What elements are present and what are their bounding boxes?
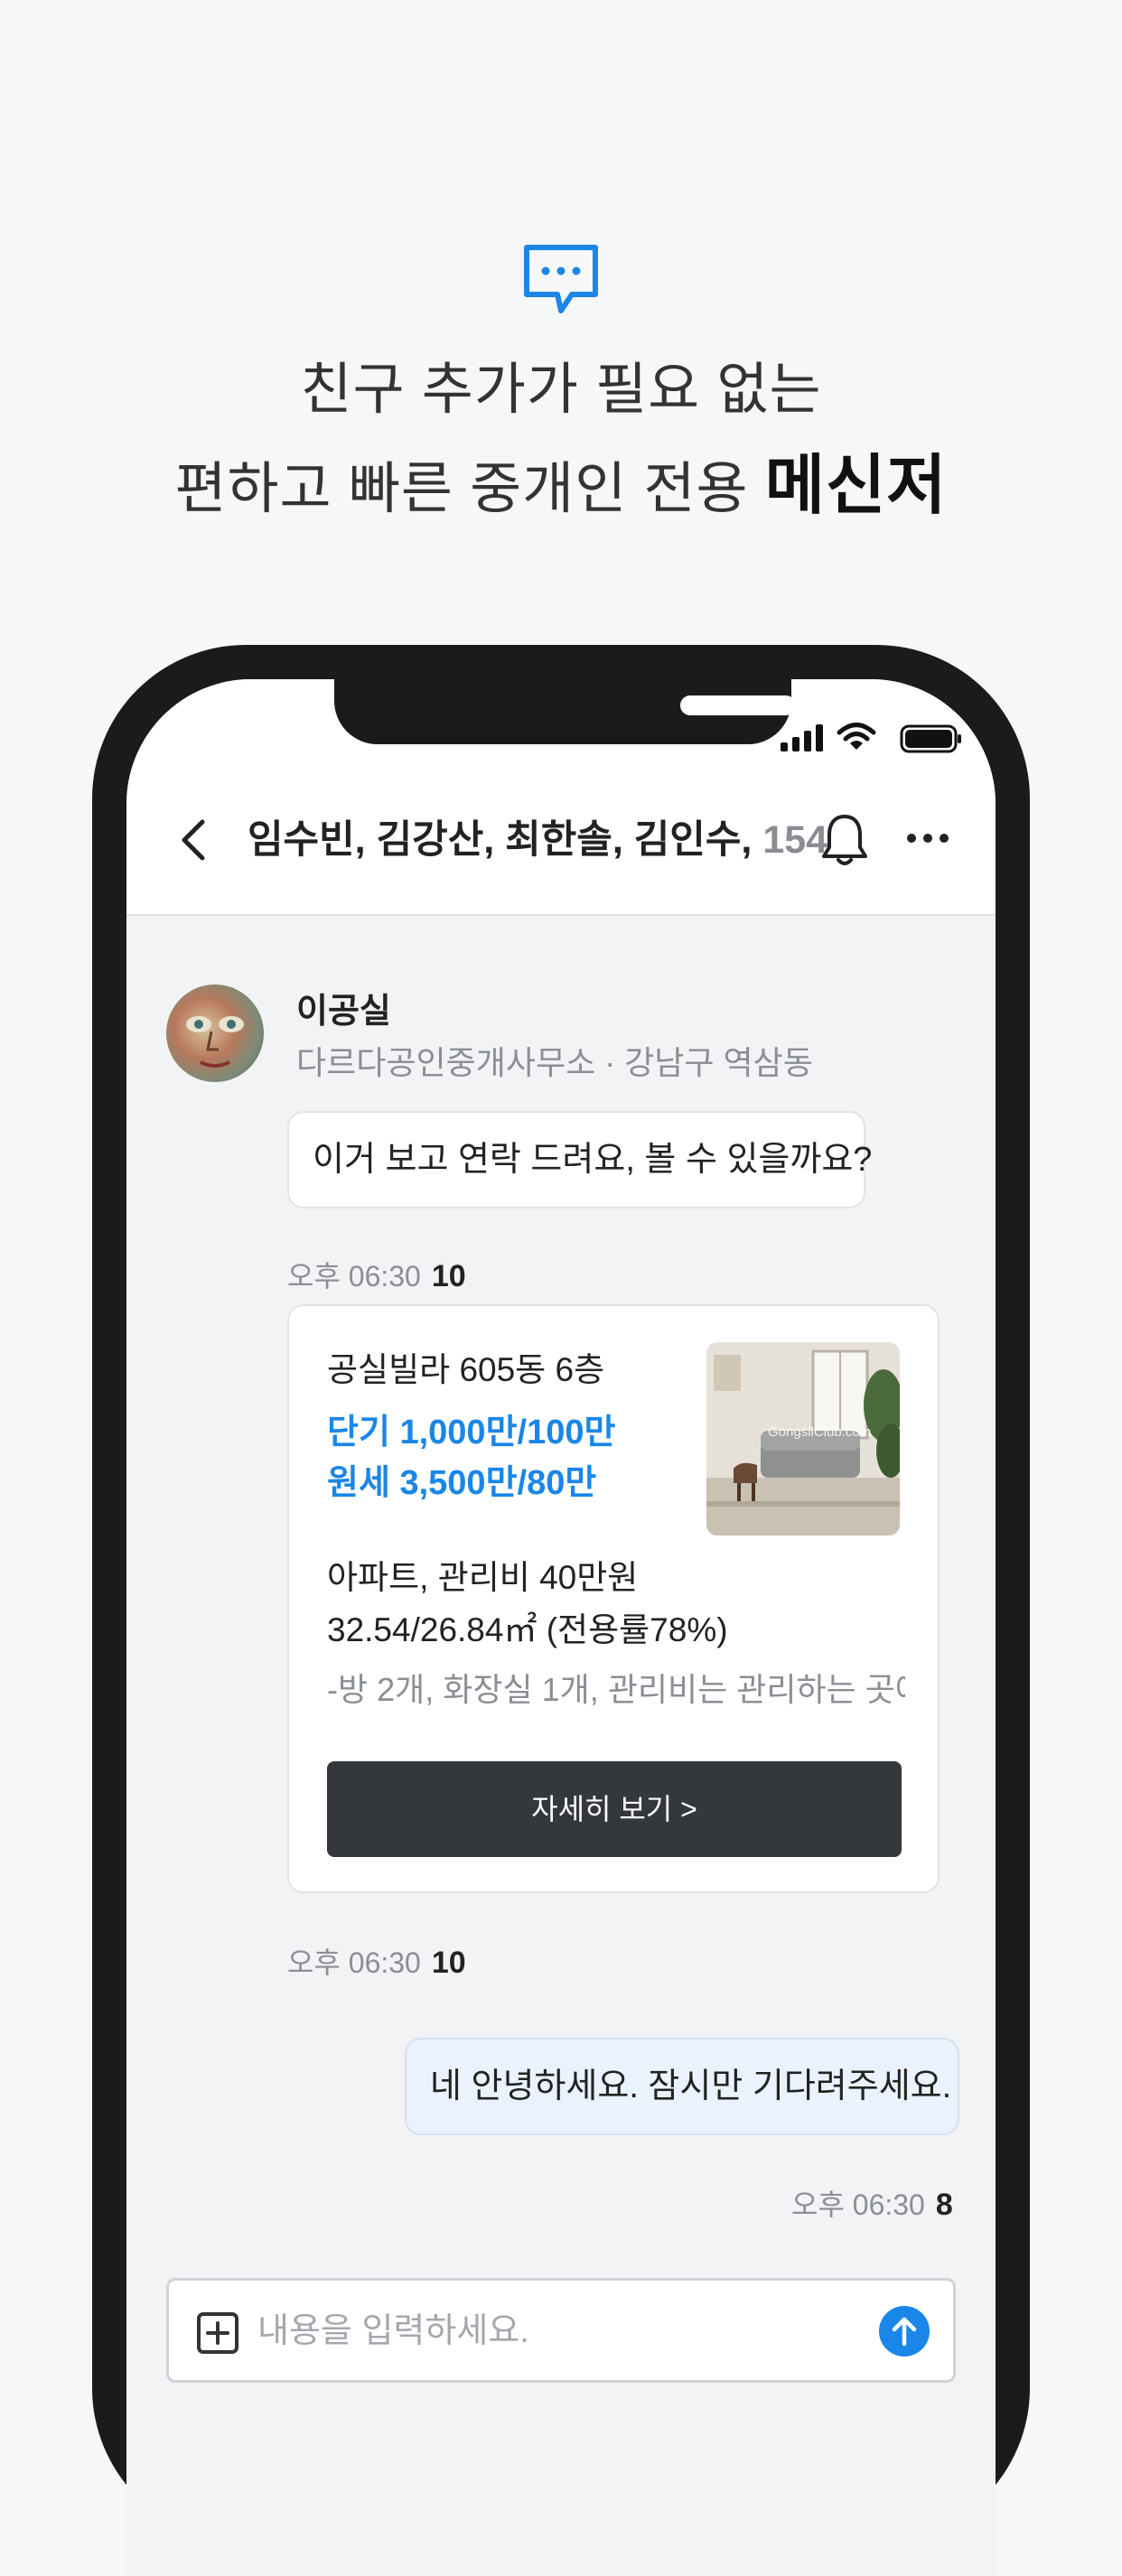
view-details-button[interactable]: 자세히 보기 >	[327, 1761, 902, 1857]
listing-card[interactable]: 공실빌라 605동 6층 단기 1,000만/100만 원세 3,500만/80…	[287, 1304, 940, 1893]
plus-square-icon[interactable]	[196, 2311, 239, 2355]
chat-header: 임수빈, 김강산, 최한솔, 김인수, 154	[126, 679, 996, 916]
cellular-signal-icon	[781, 724, 823, 751]
battery-icon	[900, 724, 961, 753]
chat-room-title: 임수빈, 김강산, 최한솔, 김인수, 154	[248, 815, 827, 865]
promo-headline-line2: 편하고 빠른 중개인 전용 메신저	[0, 432, 1122, 527]
back-arrow-icon[interactable]	[177, 815, 210, 865]
notch-speaker	[680, 695, 796, 715]
living-room-image: GongsilClub.com	[706, 1342, 900, 1535]
incoming-message-bubble[interactable]: 이거 보고 연락 드려요, 볼 수 있을까요?	[287, 1111, 872, 1209]
wifi-icon	[837, 723, 876, 750]
listing-area: 32.54/26.84㎡ (전용률78%)	[327, 1611, 728, 1648]
message-composer	[166, 2278, 956, 2383]
reply-unread-count: 8	[935, 2188, 953, 2222]
phone-notch	[334, 679, 859, 744]
listing-title: 공실빌라 605동 6층	[327, 1351, 605, 1388]
photo-watermark: GongsilClub.com	[768, 1424, 871, 1440]
promo-headline-line1: 친구 추가가 필요 없는	[300, 359, 822, 421]
notch-camera	[830, 691, 859, 720]
card-time: 오후 06:30	[287, 1946, 421, 1979]
phone-screen: 임수빈, 김강산, 최한솔, 김인수, 154 이공실 다르다공인중개사무소 ·…	[126, 679, 996, 2576]
promo-headline-prefix: 편하고 빠른 중개인 전용	[174, 458, 749, 520]
card-unread-count: 10	[431, 1946, 466, 1980]
listing-price-monthly: 원세 3,500만/80만	[327, 1464, 597, 1502]
reply-meta: 오후 06:30 8	[791, 2182, 953, 2224]
listing-type-fee: 아파트, 관리비 40만원	[327, 1559, 639, 1596]
sender-avatar[interactable]	[166, 985, 264, 1082]
listing-description: -방 2개, 화장실 1개, 관리비는 관리하는 곳에서 별도 부과됩니다	[327, 1664, 905, 1711]
listing-price-short: 단기 1,000만/100만	[327, 1414, 616, 1451]
listing-description-text: -방 2개, 화장실 1개, 관리비는 관리하는 곳에서 별도 부과됩니다	[327, 1671, 905, 1708]
unread-count: 10	[431, 1259, 466, 1293]
message-time: 오후 06:30	[287, 1260, 421, 1293]
bell-icon[interactable]	[818, 811, 871, 869]
reply-time: 오후 06:30	[791, 2189, 925, 2221]
message-input[interactable]	[257, 2302, 836, 2360]
promo-headline-emphasis: 메신저	[764, 450, 948, 522]
outgoing-message-bubble[interactable]: 네 안녕하세요. 잠시만 기다려주세요.	[405, 2038, 959, 2135]
send-arrow-icon[interactable]	[879, 2306, 930, 2357]
avatar-portrait-icon	[186, 1016, 244, 1068]
listing-photo[interactable]: GongsilClub.com	[706, 1342, 900, 1535]
sender-name: 이공실	[296, 993, 391, 1031]
sender-office: 다르다공인중개사무소 · 강남구 역삼동	[296, 1044, 813, 1081]
chat-room-members: 임수빈, 김강산, 최한솔, 김인수,	[248, 818, 753, 862]
chat-bubble-dots-icon	[524, 245, 598, 313]
message-meta: 오후 06:30 10	[287, 1254, 466, 1295]
more-dots-icon[interactable]	[904, 829, 951, 847]
card-meta: 오후 06:30 10	[287, 1940, 466, 1982]
